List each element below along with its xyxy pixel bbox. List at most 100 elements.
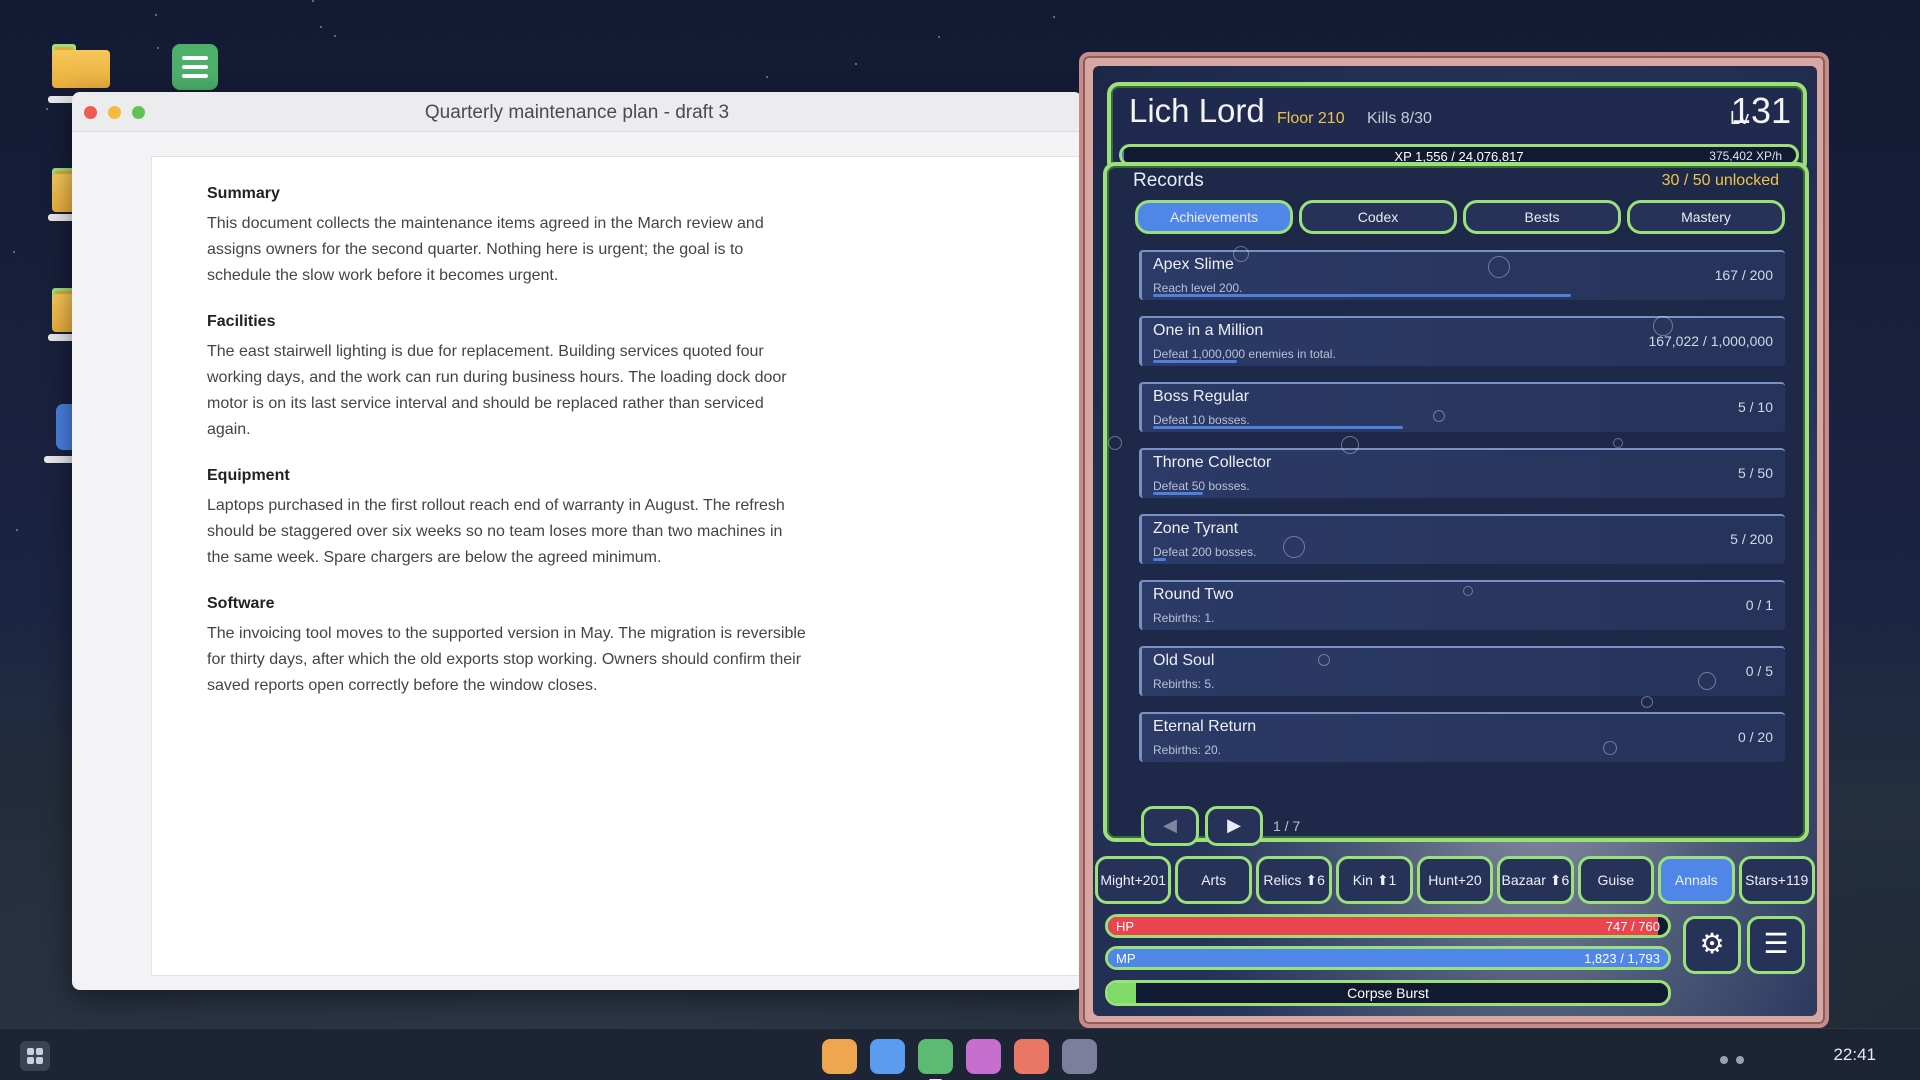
nav-button[interactable]: Annals [1658, 856, 1735, 904]
achievement-progress-bar [1153, 360, 1237, 363]
bubble [1341, 436, 1359, 454]
app-launcher-button[interactable] [20, 1041, 50, 1071]
tab-codex[interactable]: Codex [1299, 200, 1457, 234]
achievement-desc: Defeat 50 bosses. [1153, 479, 1250, 493]
star [938, 36, 940, 38]
achievement-row[interactable]: Throne Collector Defeat 50 bosses. 5 / 50 [1139, 448, 1785, 498]
achievement-progress: 0 / 5 [1745, 663, 1773, 679]
achievement-title: Throne Collector [1153, 454, 1272, 471]
nav-button[interactable]: Might+201 [1095, 856, 1172, 904]
achievement-desc: Rebirths: 5. [1153, 677, 1215, 691]
section-body: This document collects the maintenance i… [207, 215, 764, 284]
star [320, 26, 322, 28]
achievement-desc: Reach level 200. [1153, 281, 1243, 295]
clock: 22:41 [1833, 1045, 1876, 1064]
star [1053, 16, 1055, 18]
bubble [1463, 586, 1473, 596]
achievement-row[interactable]: One in a Million Defeat 1,000,000 enemies… [1139, 316, 1785, 366]
menu-button[interactable]: ☰ [1747, 916, 1805, 974]
nav-button[interactable]: Hunt+20 [1416, 856, 1494, 904]
system-tray[interactable] [1720, 1051, 1752, 1069]
achievement-row[interactable]: Zone Tyrant Defeat 200 bosses. 5 / 200 [1139, 514, 1785, 564]
achievement-row[interactable]: Old Soul Rebirths: 5. 0 / 5 [1139, 646, 1785, 696]
bubble [1433, 410, 1445, 422]
bubble [1108, 436, 1122, 450]
dock-app-icon[interactable] [918, 1039, 953, 1080]
document-section: Summary This document collects the mainte… [207, 185, 807, 289]
xp-rate: 375,402 XP/h [1709, 149, 1782, 163]
dock [822, 1039, 1097, 1080]
section-heading: Software [207, 595, 275, 612]
achievement-progress-bar [1153, 426, 1403, 429]
skill-cast-bar[interactable]: Corpse Burst [1105, 980, 1671, 1006]
section-heading: Facilities [207, 313, 276, 330]
bubble [1613, 438, 1623, 448]
section-body: The east stairwell lighting is due for r… [207, 343, 787, 438]
hp-bar: HP 747 / 760 [1105, 914, 1671, 938]
dock-app-icon[interactable] [966, 1039, 1001, 1074]
desktop-folder-icon[interactable] [52, 44, 110, 88]
records-unlocked: 30 / 50 unlocked [1661, 172, 1779, 189]
dock-app-icon[interactable] [870, 1039, 905, 1074]
tab-mastery[interactable]: Mastery [1627, 200, 1785, 234]
character-header: Lich Lord Floor 210 Kills 8/30 Lv 131 XP… [1107, 82, 1807, 174]
settings-button[interactable]: ⚙ [1683, 916, 1741, 974]
nav-button[interactable]: Kin ⬆1 [1336, 856, 1413, 904]
next-page-button[interactable]: ▶ [1205, 806, 1263, 846]
achievement-progress: 5 / 200 [1730, 531, 1773, 547]
prev-page-button[interactable]: ◀ [1141, 806, 1199, 846]
page-indicator: 1 / 7 [1273, 818, 1301, 834]
dock-app-icon[interactable] [822, 1039, 857, 1074]
document-section: Facilities The east stairwell lighting is… [207, 313, 807, 443]
taskbar: 22:41 [0, 1028, 1920, 1080]
records-title: Records [1133, 170, 1204, 191]
bubble [1233, 246, 1249, 262]
achievement-desc: Rebirths: 20. [1153, 743, 1222, 757]
bubble [1653, 316, 1673, 336]
nav-button[interactable]: Arts [1175, 856, 1252, 904]
achievement-desc: Defeat 1,000,000 enemies in total. [1153, 347, 1336, 361]
window-titlebar[interactable]: Quarterly maintenance plan - draft 3 [72, 92, 1082, 132]
achievement-desc: Defeat 10 bosses. [1153, 413, 1250, 427]
star [334, 35, 336, 37]
document-window: Quarterly maintenance plan - draft 3 Sum… [72, 92, 1082, 990]
tab-achievements[interactable]: Achievements [1135, 200, 1293, 234]
star [312, 0, 314, 2]
nav-button[interactable]: Relics ⬆6 [1255, 856, 1333, 904]
achievement-progress: 5 / 50 [1737, 465, 1773, 481]
records-tabs: Achievements Codex Bests Mastery [1135, 200, 1785, 234]
achievement-row[interactable]: Boss Regular Defeat 10 bosses. 5 / 10 [1139, 382, 1785, 432]
achievement-progress-bar [1153, 294, 1571, 297]
tab-bests[interactable]: Bests [1463, 200, 1621, 234]
document-page[interactable]: Summary This document collects the mainte… [151, 156, 1082, 976]
achievement-title: Zone Tyrant [1153, 520, 1239, 537]
star [46, 108, 48, 110]
section-body: Laptops purchased in the first rollout r… [207, 497, 785, 566]
character-name: Lich Lord [1129, 92, 1265, 129]
achievement-progress: 0 / 1 [1745, 597, 1773, 613]
nav-button[interactable]: Stars+119 [1738, 856, 1815, 904]
achievement-row[interactable]: Eternal Return Rebirths: 20. 0 / 20 [1139, 712, 1785, 762]
level-number: 131 [1730, 90, 1791, 131]
nav-button[interactable]: Bazaar ⬆6 [1497, 856, 1574, 904]
star [155, 14, 157, 16]
dock-app-icon[interactable] [1062, 1039, 1097, 1074]
achievement-title: Old Soul [1153, 652, 1215, 669]
achievement-title: Boss Regular [1153, 388, 1250, 405]
nav-button[interactable]: Guise [1577, 856, 1655, 904]
game-nav: Might+201 Arts Relics ⬆6 Kin ⬆1 Hunt+20 Bazaa… [1095, 856, 1815, 904]
star [16, 529, 18, 531]
achievement-row[interactable]: Round Two Rebirths: 1. 0 / 1 [1139, 580, 1785, 630]
bubble [1641, 696, 1653, 708]
hp-bar-fill [1108, 917, 1659, 935]
dock-app-icon[interactable] [1014, 1039, 1049, 1074]
achievement-progress: 0 / 20 [1737, 729, 1773, 745]
bubble [1488, 256, 1510, 278]
game-panel: Lich Lord Floor 210 Kills 8/30 Lv 131 XP… [1079, 52, 1829, 1028]
bubble [1283, 536, 1305, 558]
achievement-title: Round Two [1153, 586, 1234, 603]
achievement-progress: 167 / 200 [1714, 267, 1773, 283]
achievement-desc: Rebirths: 1. [1153, 611, 1215, 625]
achievement-title: Eternal Return [1153, 718, 1257, 735]
notes-app-icon[interactable] [172, 44, 218, 90]
